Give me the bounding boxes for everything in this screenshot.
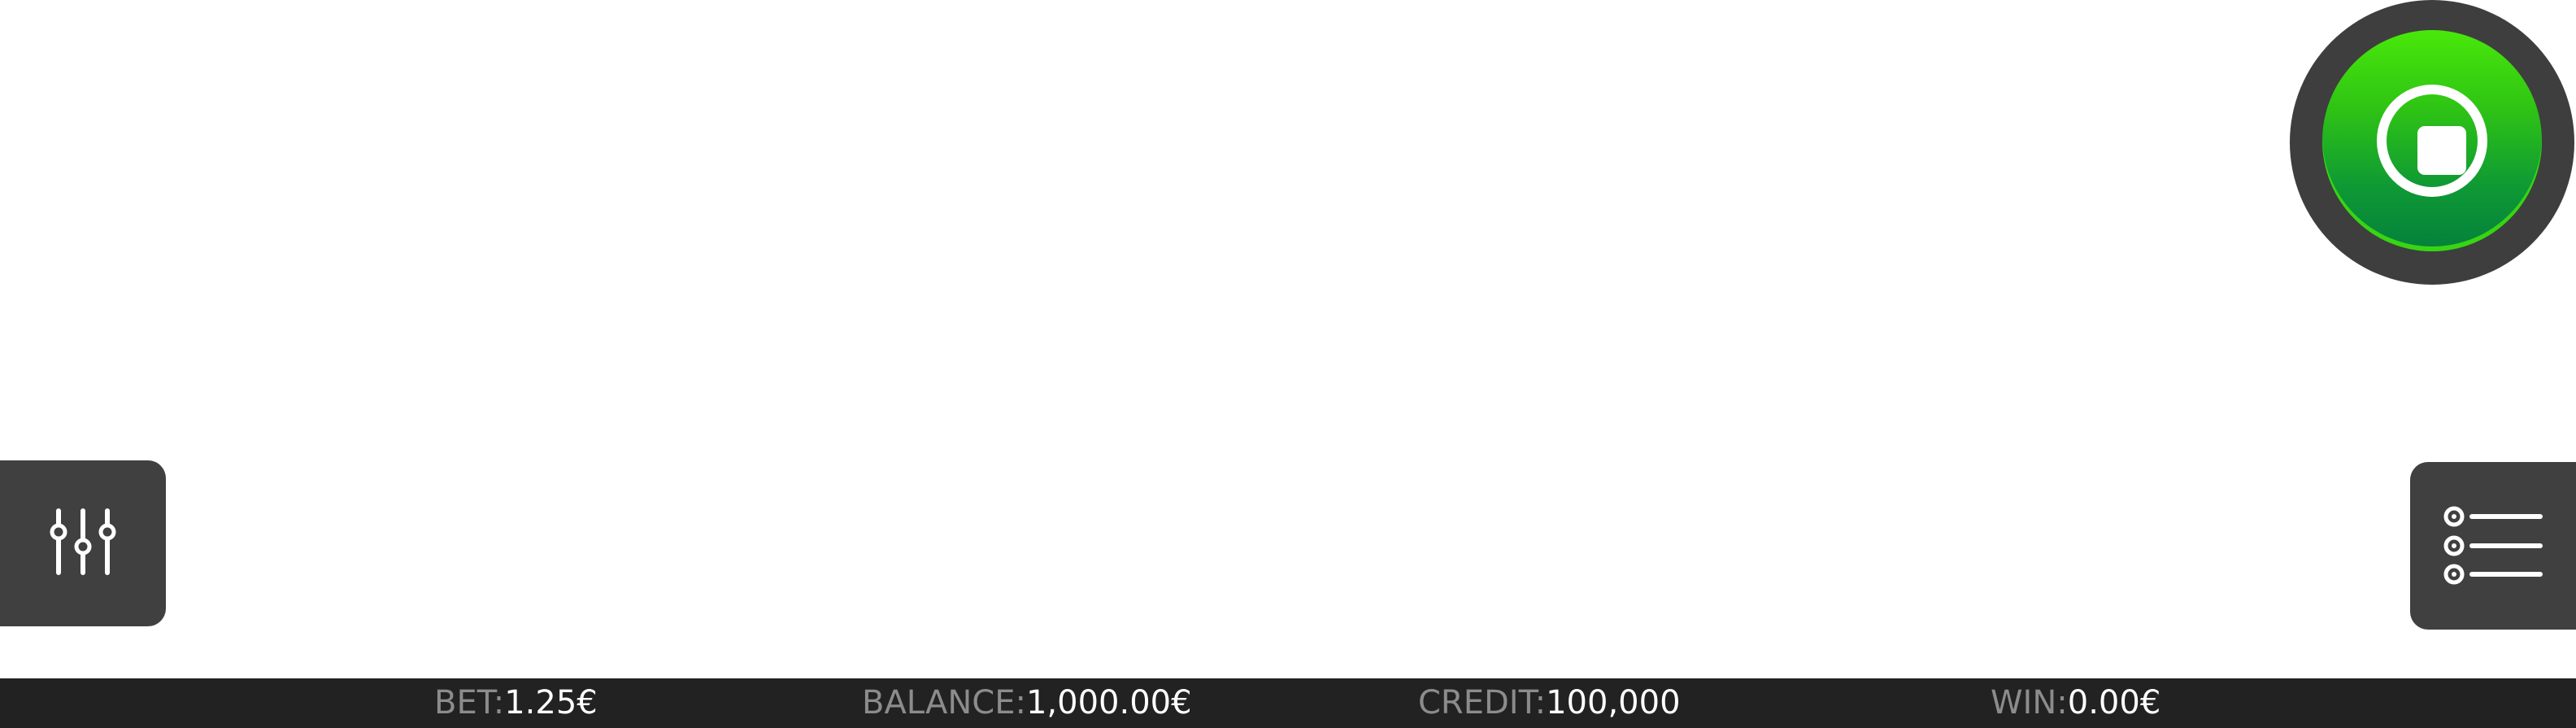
win-label: WIN:	[1991, 684, 2068, 721]
credit-label: CREDIT:	[1418, 684, 1547, 721]
bet-label: BET:	[434, 684, 505, 721]
stop-spin-button[interactable]	[2290, 0, 2574, 285]
balance-value: 1,000.00€	[1025, 684, 1192, 721]
list-icon	[2443, 506, 2543, 585]
settings-button[interactable]	[0, 460, 166, 626]
credit-display: CREDIT:100,000	[1418, 678, 1681, 728]
status-bar: BET:1.25€ BALANCE:1,000.00€ CREDIT:100,0…	[0, 678, 2576, 728]
win-display: WIN:0.00€	[1991, 678, 2160, 728]
win-value: 0.00€	[2067, 684, 2161, 721]
stop-icon	[2377, 85, 2487, 197]
menu-button[interactable]	[2410, 462, 2576, 630]
spin-button-face	[2322, 30, 2542, 251]
bet-display: BET:1.25€	[434, 678, 598, 728]
bet-value: 1.25€	[504, 684, 598, 721]
credit-value: 100,000	[1546, 684, 1681, 721]
game-screen: BET:1.25€ BALANCE:1,000.00€ CREDIT:100,0…	[0, 0, 2576, 728]
stop-icon-square	[2417, 126, 2466, 175]
balance-label: BALANCE:	[862, 684, 1026, 721]
balance-display: BALANCE:1,000.00€	[862, 678, 1192, 728]
sliders-icon	[50, 508, 116, 575]
